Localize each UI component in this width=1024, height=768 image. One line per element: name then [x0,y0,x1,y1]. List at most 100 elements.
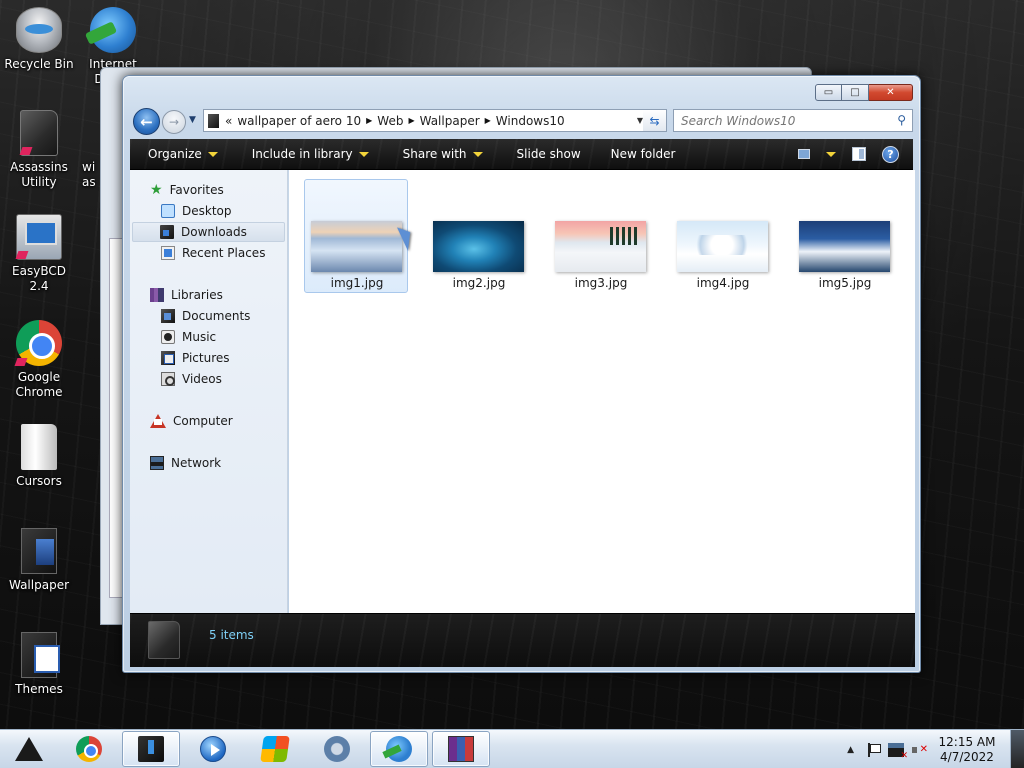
image-thumbnail [799,221,890,272]
nav-label: Pictures [182,351,230,365]
nav-pictures[interactable]: Pictures [161,348,230,368]
search-icon[interactable]: ⚲ [897,113,906,127]
clock-date: 4/7/2022 [940,749,994,764]
background-window-panel [109,238,123,598]
nav-music[interactable]: Music [161,327,216,347]
music-icon [161,330,175,344]
breadcrumb-item[interactable]: Web [377,114,403,128]
media-player-icon [200,736,226,762]
breadcrumb-overflow[interactable]: « [225,114,232,128]
folder-icon [21,424,57,470]
include-in-library-menu[interactable]: Include in library [230,147,381,161]
breadcrumb-item[interactable]: Windows10 [496,114,565,128]
recent-pages-button[interactable]: ▼ [189,115,196,125]
breadcrumb-separator-icon[interactable]: ▶ [408,116,414,125]
computer-icon [150,414,166,428]
nav-network[interactable]: Network [150,453,221,473]
folder-icon [148,621,180,659]
desktop-icon-themes[interactable]: Themes [1,632,77,697]
organize-menu[interactable]: Organize [130,147,230,161]
desktop-icon-recycle-bin[interactable]: Recycle Bin [1,7,77,72]
taskbar-media-player[interactable] [184,731,242,767]
forward-button[interactable]: → [162,110,186,134]
action-center-flag-icon[interactable] [866,742,881,757]
downloads-icon [160,225,174,239]
file-item[interactable]: img1.jpg [304,179,408,293]
search-box[interactable]: ⚲ [673,109,913,132]
start-button[interactable] [0,731,58,767]
nav-recent-places[interactable]: Recent Places [161,243,265,263]
taskbar-settings-app[interactable] [308,731,366,767]
file-item[interactable]: img2.jpg [426,179,530,293]
file-item[interactable]: img4.jpg [670,179,774,293]
file-name: img5.jpg [818,276,872,290]
close-button[interactable]: ✕ [869,84,913,101]
breadcrumb-item[interactable]: wallpaper of aero 10 [237,114,361,128]
refresh-button[interactable]: ⇆ [643,109,667,132]
nav-desktop[interactable]: Desktop [161,201,232,221]
file-item[interactable]: img3.jpg [548,179,652,293]
share-with-label: Share with [402,147,467,161]
desktop-icon-wallpaper[interactable]: Wallpaper [1,528,77,593]
show-hidden-icons-button[interactable]: ▲ [847,745,854,755]
minimize-button[interactable]: ▭ [815,84,842,101]
nav-label: Documents [182,309,251,323]
nav-downloads[interactable]: Downloads [132,222,285,242]
maximize-button[interactable]: □ [842,84,869,101]
taskbar-explorer[interactable] [122,731,180,767]
help-icon: ? [887,147,894,161]
file-item[interactable]: img5.jpg [792,179,896,293]
minimize-icon: ▭ [823,87,834,98]
nav-documents[interactable]: Documents [161,306,250,326]
network-disconnected-icon[interactable] [888,742,908,761]
breadcrumb-separator-icon[interactable]: ▶ [485,116,491,125]
network-icon [150,456,164,470]
new-folder-button[interactable]: New folder [593,147,688,161]
folder-icon [21,632,60,678]
desktop-icon-label: Wallpaper [8,578,70,592]
show-desktop-button[interactable] [1010,730,1024,768]
nav-videos[interactable]: Videos [161,369,222,389]
chevron-down-icon [358,151,369,157]
desktop-icon-easybcd[interactable]: EasyBCD 2.4 [1,214,77,294]
taskbar: ▲ 12:15 AM 4/7/2022 [0,729,1024,768]
explorer-window[interactable]: ▭ □ ✕ ← → ▼ « wallpaper of aero 10 ▶ Web… [122,75,921,673]
desktop-icon-google-chrome[interactable]: Google Chrome [1,320,77,400]
back-button[interactable]: ← [133,108,160,135]
chrome-icon [14,320,62,366]
nav-computer[interactable]: Computer [150,411,233,431]
slide-show-button[interactable]: Slide show [495,147,593,161]
new-folder-label: New folder [610,147,676,161]
taskbar-windows-app[interactable] [246,731,304,767]
change-view-button[interactable] [798,149,810,159]
command-bar: Organize Include in library Share with S… [130,139,913,170]
share-with-menu[interactable]: Share with [381,147,495,161]
help-button[interactable]: ? [882,145,899,163]
desktop-icon-label: Recycle Bin [4,57,74,71]
nav-favorites[interactable]: ★ Favorites [150,180,224,200]
star-icon: ★ [150,182,163,198]
breadcrumb-item[interactable]: Wallpaper [420,114,480,128]
image-thumbnail [677,221,768,272]
volume-muted-icon[interactable] [912,743,928,757]
system-tray: ▲ 12:15 AM 4/7/2022 [847,730,1024,768]
nav-libraries[interactable]: Libraries [150,285,223,305]
search-input[interactable] [681,113,881,128]
taskbar-chrome[interactable] [60,731,118,767]
desktop-icon-partial-wi[interactable]: wi as [82,160,102,190]
preview-pane-button[interactable] [852,147,866,161]
view-options-dropdown[interactable] [826,151,836,157]
file-list[interactable]: img1.jpg img2.jpg img3.jpg img4.jpg img5… [289,170,915,613]
desktop-icon-label: Themes [15,682,63,696]
file-name: img1.jpg [330,276,384,290]
clock[interactable]: 12:15 AM 4/7/2022 [938,735,996,765]
include-in-library-label: Include in library [251,147,353,161]
desktop-icon-assassins-utility[interactable]: Assassins Utility [1,110,77,190]
recycle-bin-icon [16,7,62,53]
taskbar-idm[interactable] [370,731,428,767]
desktop-icon-cursors[interactable]: Cursors [1,424,77,489]
breadcrumb-separator-icon[interactable]: ▶ [366,116,372,125]
address-bar[interactable]: « wallpaper of aero 10 ▶ Web ▶ Wallpaper… [203,109,648,132]
taskbar-winrar[interactable] [432,731,490,767]
image-thumbnail [555,221,646,272]
